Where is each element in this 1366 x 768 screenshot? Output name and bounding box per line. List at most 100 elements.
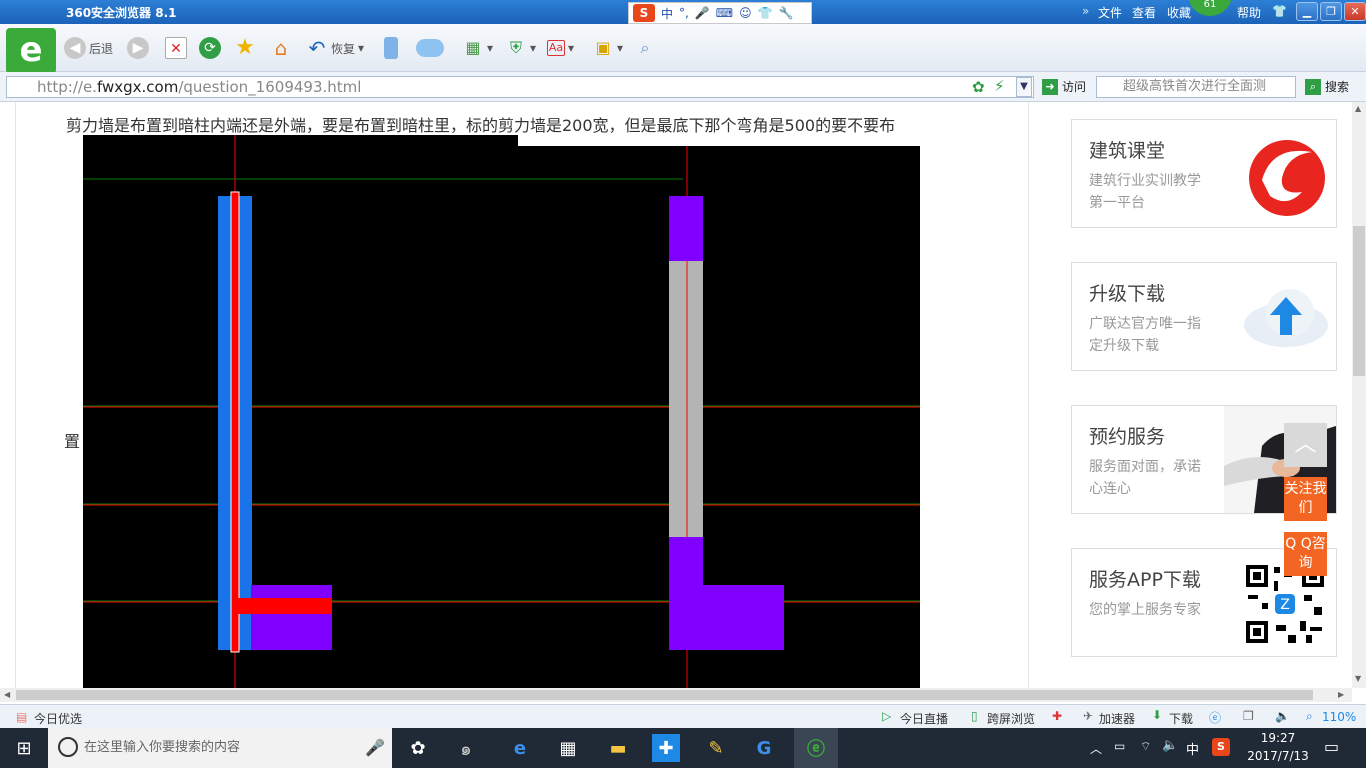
- windows-start-icon[interactable]: ⊞: [4, 732, 44, 764]
- sogou-tray-icon[interactable]: S: [1212, 738, 1230, 756]
- skin-icon[interactable]: 👕: [1272, 4, 1287, 18]
- back-to-top-button[interactable]: ︿: [1284, 423, 1327, 467]
- refresh-button[interactable]: ⟳: [199, 36, 221, 60]
- home-button[interactable]: ⌂: [270, 36, 292, 60]
- gift-icon: ▤: [16, 710, 28, 724]
- volume-icon[interactable]: 🔈: [1162, 738, 1178, 753]
- user-icon[interactable]: ☺: [739, 6, 752, 20]
- chevron-down-icon: ▾: [568, 41, 575, 55]
- shield-button[interactable]: ⛨ ▾: [505, 36, 536, 60]
- phone-button[interactable]: [384, 36, 398, 60]
- ime-indicator[interactable]: 中: [1186, 739, 1199, 758]
- scroll-up-arrow-icon[interactable]: ▲: [1355, 104, 1361, 113]
- back-button[interactable]: ◀ 后退: [64, 36, 113, 60]
- shirt-icon[interactable]: 👕: [758, 6, 773, 20]
- home-icon: ⌂: [274, 36, 288, 60]
- download-arrow-icon: ⬇: [1152, 708, 1163, 722]
- vertical-scrollbar[interactable]: [1352, 102, 1366, 688]
- scroll-down-arrow-icon[interactable]: ▼: [1355, 674, 1361, 683]
- restore-button[interactable]: ↶ 恢复 ▾: [306, 36, 364, 60]
- ime-punct[interactable]: °,: [679, 6, 689, 20]
- question-text: 剪力墙是布置到暗柱内端还是外端，要是布置到暗柱里，标的剪力墙是200宽，但是最底…: [66, 116, 896, 135]
- task-view-icon[interactable]: ✿: [398, 732, 438, 764]
- qq-consult-button[interactable]: Q Q咨询: [1284, 532, 1327, 576]
- screenshot-button[interactable]: ▣ ▾: [592, 36, 623, 60]
- file-explorer-icon[interactable]: ▬: [598, 732, 638, 764]
- zoom-icon: ⌕: [1306, 709, 1313, 723]
- sogou-ime-icon[interactable]: S: [633, 4, 655, 22]
- card-desc: 建筑行业实训教学第一平台: [1089, 173, 1201, 211]
- browser-logo[interactable]: e: [6, 28, 56, 74]
- today-live-link[interactable]: 今日直播: [900, 710, 948, 727]
- security-icon[interactable]: ✿: [972, 78, 985, 96]
- visit-button[interactable]: ➜ 访问: [1042, 78, 1086, 95]
- ie-icon[interactable]: ⓔ: [1209, 709, 1221, 726]
- favorite-button[interactable]: ★: [234, 36, 256, 60]
- mic-icon[interactable]: 🎤: [695, 6, 710, 20]
- wifi-icon[interactable]: ⌔: [1140, 739, 1151, 754]
- speed-mode-icon[interactable]: ⚡: [994, 77, 1005, 95]
- clock-date[interactable]: 2017/7/13: [1243, 749, 1313, 763]
- keyboard-icon[interactable]: ⌨: [716, 6, 733, 20]
- chevron-right-icon[interactable]: »: [1082, 4, 1089, 18]
- clock-time[interactable]: 19:27: [1248, 731, 1308, 745]
- url-domain: fwxgx.com: [96, 78, 179, 96]
- glodon-icon[interactable]: G: [744, 732, 784, 764]
- download-link[interactable]: 下载: [1169, 710, 1193, 727]
- taskbar-search-input[interactable]: 在这里输入你要搜索的内容: [48, 728, 392, 768]
- accelerator-link[interactable]: 加速器: [1099, 710, 1135, 727]
- card-desc: 您的掌上服务专家: [1089, 602, 1201, 618]
- url-input[interactable]: http://e.fwxgx.com/question_1609493.html: [6, 76, 1034, 98]
- ime-lang[interactable]: 中: [661, 5, 673, 22]
- vertical-scroll-thumb[interactable]: [1353, 226, 1365, 376]
- follow-us-button[interactable]: 关注我们: [1284, 477, 1327, 521]
- ime-toolbar[interactable]: S 中 °, 🎤 ⌨ ☺ 👕 🔧: [628, 2, 812, 24]
- edge-icon[interactable]: e: [500, 732, 540, 764]
- 360-browser-taskbar-icon[interactable]: ⓔ: [794, 728, 838, 768]
- tray-chevron-up-icon[interactable]: ︿: [1090, 740, 1102, 757]
- screenshot-icon: ▣: [595, 38, 611, 57]
- url-dropdown-button[interactable]: ▼: [1016, 77, 1032, 97]
- sidebar-card-upgrade[interactable]: 升级下载 广联达官方唯一指定升级下载: [1071, 262, 1337, 371]
- menu-favorites[interactable]: 收藏: [1167, 4, 1191, 21]
- search-button[interactable]: ⌕ 搜索: [1305, 78, 1349, 95]
- zoom-button[interactable]: ⌕: [634, 36, 656, 60]
- menu-help[interactable]: 帮助: [1237, 4, 1261, 21]
- maximize-button[interactable]: ❐: [1320, 2, 1342, 21]
- zoom-level[interactable]: 110%: [1322, 710, 1356, 724]
- browser-swirl-icon[interactable]: ๑: [446, 732, 486, 764]
- card-title: 服务APP下载: [1089, 569, 1201, 591]
- battery-icon[interactable]: ▭: [1114, 739, 1125, 753]
- store-icon[interactable]: ▦: [548, 732, 588, 764]
- window-icon[interactable]: ❐: [1243, 709, 1254, 723]
- notification-badge[interactable]: 61: [1188, 0, 1232, 16]
- cloud-button[interactable]: [416, 36, 444, 60]
- sidebar-card-course[interactable]: 建筑课堂 建筑行业实训教学第一平台: [1071, 119, 1337, 228]
- back-arrow-icon: ◀: [64, 37, 86, 59]
- notification-center-icon[interactable]: ▭: [1324, 737, 1339, 756]
- rocket-icon: ✈: [1083, 709, 1094, 723]
- menu-file[interactable]: 文件: [1098, 4, 1122, 21]
- status-bar: ▤ 今日优选 ▷ 今日直播 ▯ 跨屏浏览 ✚ ✈ 加速器 ⬇ 下载 ⓔ ❐ 🔈 …: [0, 704, 1366, 728]
- scroll-left-arrow-icon[interactable]: ◀: [4, 690, 10, 699]
- translate-button[interactable]: Aa ▾: [547, 36, 574, 60]
- notes-icon[interactable]: ✎: [696, 732, 736, 764]
- cross-screen-link[interactable]: 跨屏浏览: [987, 710, 1035, 727]
- undo-icon: ↶: [308, 36, 326, 60]
- close-button[interactable]: ✕: [1344, 2, 1366, 21]
- app-plus-icon[interactable]: ✚: [652, 734, 680, 762]
- forward-button[interactable]: ▶: [127, 36, 149, 60]
- scroll-right-arrow-icon[interactable]: ▶: [1338, 690, 1344, 699]
- menu-view[interactable]: 查看: [1132, 4, 1156, 21]
- medical-icon[interactable]: ✚: [1052, 709, 1062, 723]
- microphone-icon[interactable]: 🎤: [365, 738, 385, 757]
- horizontal-scroll-thumb[interactable]: [16, 690, 1313, 700]
- cloud-upload-icon: [1244, 289, 1328, 347]
- wrench-icon[interactable]: 🔧: [779, 6, 794, 20]
- minimize-button[interactable]: ▁: [1296, 2, 1318, 21]
- search-input[interactable]: 超级高铁首次进行全面测: [1096, 76, 1296, 98]
- apps-button[interactable]: ▦ ▾: [462, 36, 493, 60]
- today-picks-link[interactable]: 今日优选: [34, 710, 82, 727]
- volume-icon[interactable]: 🔈: [1275, 709, 1290, 723]
- stop-button[interactable]: ✕: [165, 36, 187, 60]
